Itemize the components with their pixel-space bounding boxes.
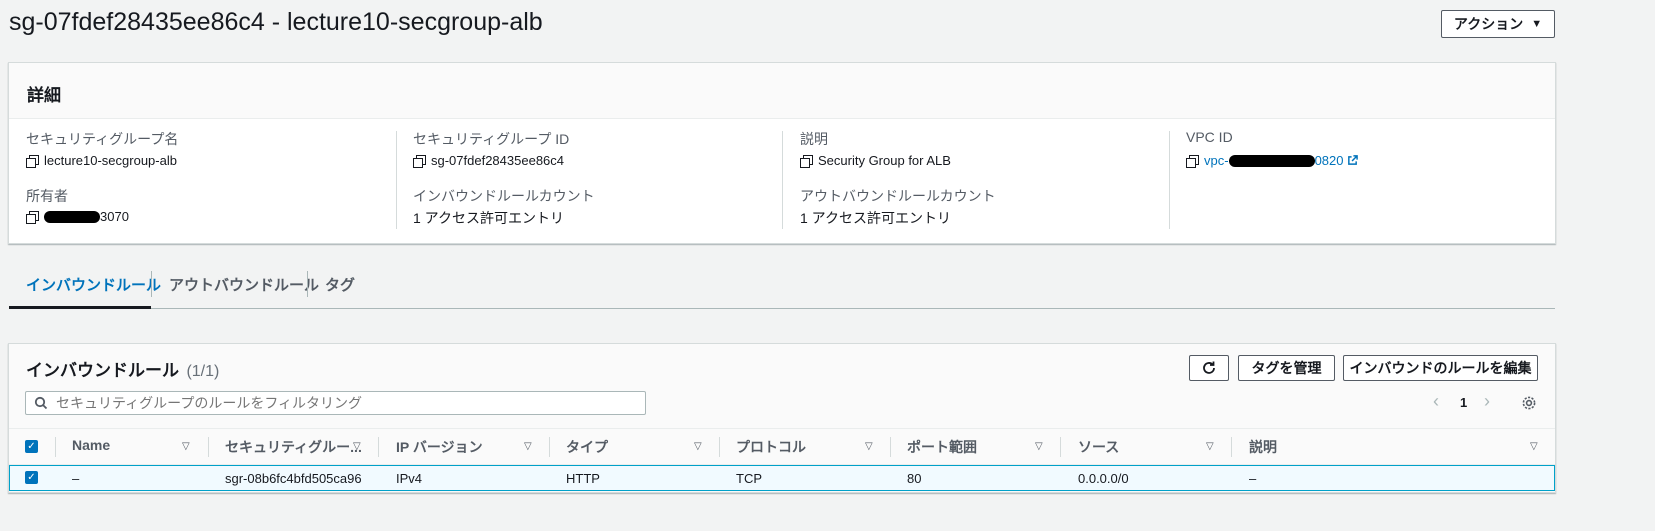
sort-icon[interactable]: ▽ (1035, 441, 1043, 452)
page-title: sg-07fdef28435ee86c4 - lecture10-secgrou… (9, 8, 543, 36)
sg-id-value: sg-07fdef28435ee86c4 (413, 153, 564, 168)
sort-icon[interactable]: ▽ (524, 441, 532, 452)
header-separator (719, 437, 720, 457)
cell-description: – (1249, 471, 1257, 486)
sort-icon[interactable]: ▽ (1530, 441, 1538, 452)
vpc-id-value: vpc- 0820 (1186, 153, 1359, 168)
external-link-icon[interactable] (1347, 155, 1359, 166)
settings-gear-icon[interactable] (1521, 395, 1537, 411)
sg-name-text: lecture10-secgroup-alb (44, 153, 177, 168)
row-checkbox[interactable]: ✓ (25, 471, 38, 484)
select-all-checkbox[interactable]: ✓ (25, 440, 38, 453)
copy-icon[interactable] (800, 154, 813, 168)
owner-value: 3070 (26, 209, 129, 224)
sg-id-label: セキュリティグループ ID (413, 131, 570, 147)
description-value: Security Group for ALB (800, 153, 951, 168)
description-label: 説明 (800, 131, 828, 147)
details-panel: 詳細 セキュリティグループ名 lecture10-secgroup-alb 所有… (8, 62, 1556, 244)
refresh-button[interactable] (1189, 355, 1229, 381)
owner-suffix: 3070 (100, 209, 129, 224)
tab-separator (307, 271, 308, 297)
column-divider (782, 131, 783, 229)
cell-rule-id: sgr-08b6fc4bfd505ca96 (225, 471, 362, 486)
column-header-rule-id[interactable]: セキュリティグルー... (225, 437, 362, 457)
cell-type: HTTP (566, 471, 600, 486)
header-separator (549, 437, 550, 457)
caret-down-icon: ▼ (1531, 18, 1543, 30)
sg-name-value: lecture10-secgroup-alb (26, 153, 177, 168)
sort-icon[interactable]: ▽ (865, 441, 873, 452)
rules-panel-title: インバウンドルール (1/1) (26, 356, 219, 381)
cell-source: 0.0.0.0/0 (1078, 471, 1129, 486)
tab-separator (151, 271, 152, 297)
redacted-owner-block (44, 210, 100, 223)
cell-protocol: TCP (736, 471, 762, 486)
sort-icon[interactable]: ▽ (353, 441, 361, 452)
cell-name: – (72, 471, 80, 486)
sort-icon[interactable]: ▽ (182, 441, 190, 452)
cell-port-range: 80 (907, 471, 922, 486)
tab-tags[interactable]: タグ (325, 274, 355, 295)
edit-inbound-rules-button[interactable]: インバウンドのルールを編集 (1343, 355, 1538, 381)
column-header-name[interactable]: Name (72, 437, 110, 453)
header-separator (378, 437, 379, 457)
refresh-icon (1203, 361, 1215, 374)
filter-input-wrapper (25, 391, 646, 415)
header-separator (1231, 437, 1232, 457)
filter-input[interactable] (54, 393, 639, 413)
header-separator (890, 437, 891, 457)
description-text: Security Group for ALB (818, 153, 951, 168)
column-header-source[interactable]: ソース (1078, 437, 1119, 457)
tabs-bottom-line (9, 308, 1555, 309)
vpc-id-suffix[interactable]: 0820 (1315, 153, 1344, 168)
copy-icon[interactable] (26, 154, 39, 168)
column-divider (396, 131, 397, 229)
column-header-description[interactable]: 説明 (1249, 437, 1277, 457)
next-page-icon[interactable]: › (1484, 391, 1490, 412)
column-header-ip-version[interactable]: IP バージョン (396, 437, 483, 457)
inbound-count-value: 1 アクセス許可エントリ (413, 210, 564, 226)
manage-tags-button[interactable]: タグを管理 (1238, 355, 1335, 381)
tab-outbound-rules[interactable]: アウトバウンドルール (169, 274, 319, 295)
details-heading: 詳細 (9, 63, 1555, 119)
actions-label: アクション (1453, 16, 1524, 32)
column-divider (1169, 131, 1170, 229)
cell-ip-version: IPv4 (396, 471, 423, 486)
sort-icon[interactable]: ▽ (1206, 441, 1214, 452)
column-header-port-range[interactable]: ポート範囲 (907, 437, 977, 457)
sg-name-label: セキュリティグループ名 (26, 131, 179, 147)
outbound-count-value: 1 アクセス許可エントリ (800, 210, 951, 226)
sg-id-text: sg-07fdef28435ee86c4 (431, 153, 565, 168)
actions-button[interactable]: アクション ▼ (1441, 10, 1555, 38)
column-header-protocol[interactable]: プロトコル (736, 437, 806, 457)
redacted-vpc-block (1228, 154, 1315, 167)
active-tab-indicator (9, 306, 151, 309)
header-separator (55, 437, 56, 457)
vpc-id-prefix[interactable]: vpc- (1204, 153, 1229, 168)
copy-icon[interactable] (26, 210, 39, 224)
tab-inbound-rules[interactable]: インバウンドルール (26, 274, 161, 295)
copy-icon[interactable] (413, 154, 426, 168)
search-icon (34, 396, 48, 410)
header-separator (208, 437, 209, 457)
rules-panel-title-text: インバウンドルール (26, 361, 179, 380)
sort-icon[interactable]: ▽ (694, 441, 702, 452)
page-number[interactable]: 1 (1460, 395, 1467, 410)
column-header-type[interactable]: タイプ (566, 437, 608, 457)
owner-label: 所有者 (26, 188, 68, 204)
rules-count: (1/1) (186, 363, 220, 380)
copy-icon[interactable] (1186, 154, 1199, 168)
vpc-id-label: VPC ID (1186, 129, 1233, 145)
prev-page-icon[interactable]: ‹ (1433, 391, 1439, 412)
header-separator (1060, 437, 1061, 457)
inbound-count-label: インバウンドルールカウント (413, 188, 595, 204)
outbound-count-label: アウトバウンドルールカウント (800, 188, 996, 204)
